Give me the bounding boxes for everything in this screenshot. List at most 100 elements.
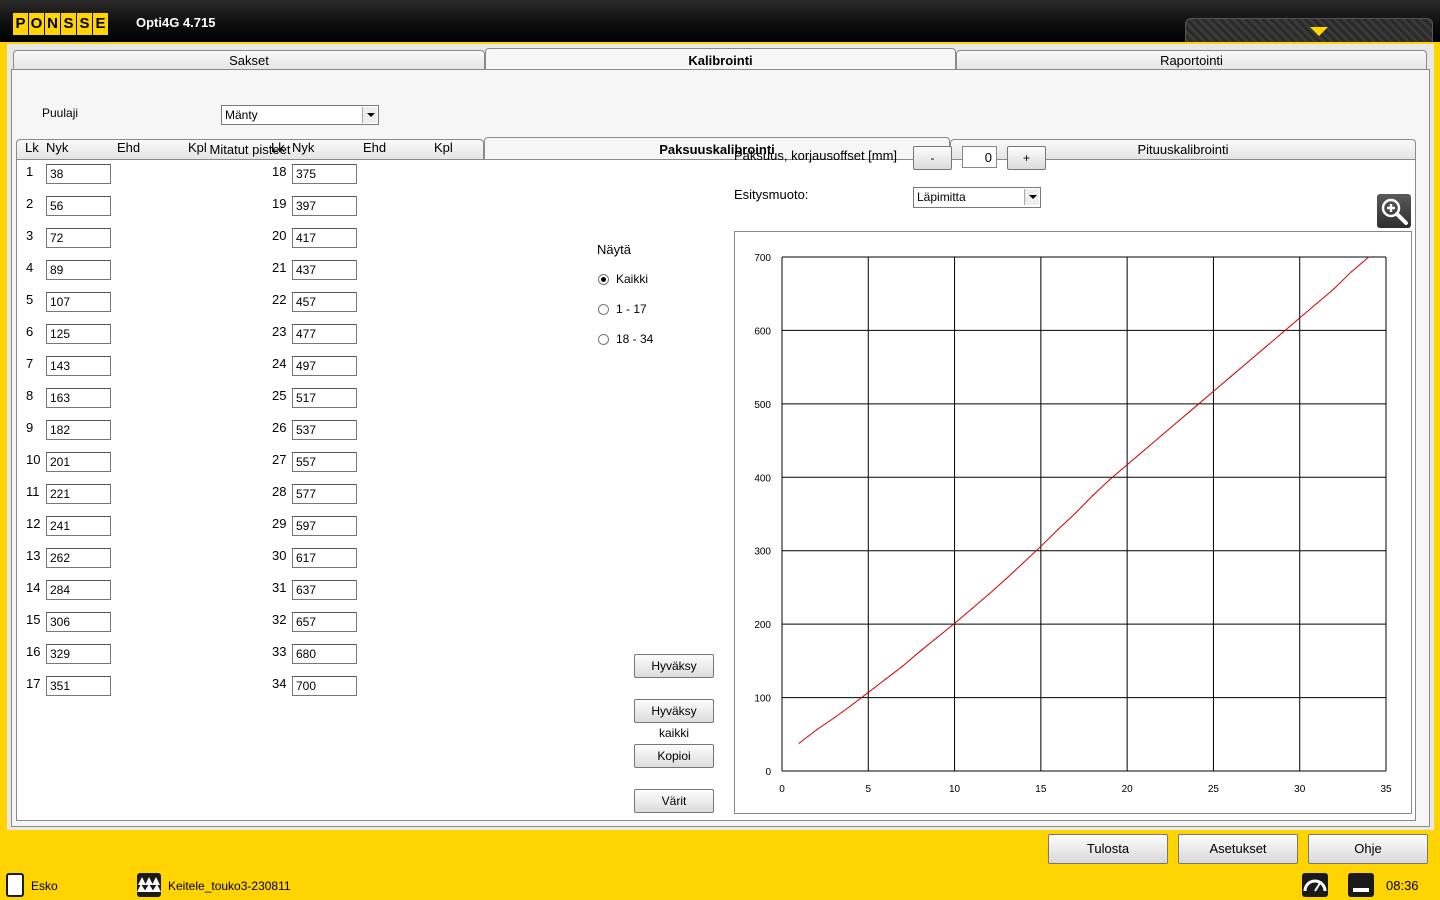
nyk-input[interactable]: 201 [46, 452, 111, 472]
nyk-input[interactable]: 221 [46, 484, 111, 504]
offset-plus-button[interactable]: + [1007, 146, 1046, 170]
zoom-in-icon [1381, 198, 1408, 225]
chevron-down-icon[interactable] [1310, 27, 1328, 36]
gauge-icon[interactable] [1302, 873, 1328, 897]
sub-tabs: Mitatut pisteet Paksuuskalibrointi Pituu… [16, 137, 1416, 159]
logo-letter: E [93, 13, 108, 35]
tab-mitatut-pisteet[interactable]: Mitatut pisteet [16, 139, 484, 159]
data-point [953, 622, 956, 625]
row-lk-label: 21 [272, 260, 287, 275]
nyk-input[interactable]: 351 [46, 676, 111, 696]
nyk-input[interactable]: 125 [46, 324, 111, 344]
row-lk-label: 34 [272, 676, 287, 691]
y-tick-label: 700 [754, 253, 771, 264]
nyk-input[interactable]: 241 [46, 516, 111, 536]
nyk-input[interactable]: 680 [292, 644, 357, 664]
nyk-input[interactable]: 284 [46, 580, 111, 600]
data-point [1057, 528, 1059, 531]
tab-raportointi[interactable]: Raportointi [956, 50, 1427, 70]
nyk-input[interactable]: 437 [292, 260, 357, 280]
nyk-input[interactable]: 262 [46, 548, 111, 568]
esitysmuoto-select[interactable]: Läpimitta [913, 187, 1041, 208]
radio-icon[interactable] [598, 333, 609, 345]
data-point [815, 729, 818, 731]
tulosta-button[interactable]: Tulosta [1048, 834, 1168, 864]
varit-button[interactable]: Värit [634, 789, 714, 813]
data-point [936, 636, 938, 638]
esitysmuoto-value: Läpimitta [917, 190, 966, 204]
nyk-input[interactable]: 457 [292, 292, 357, 312]
radio-1-17[interactable]: 1 - 17 [598, 302, 647, 316]
nyk-input[interactable]: 89 [46, 260, 111, 280]
nyk-input[interactable]: 397 [292, 196, 357, 216]
nyk-input[interactable]: 375 [292, 164, 357, 184]
nyk-input[interactable]: 657 [292, 612, 357, 632]
asetukset-button[interactable]: Asetukset [1178, 834, 1298, 864]
data-point [1178, 420, 1180, 422]
menu-pulldown-tab[interactable] [1185, 18, 1433, 42]
nyk-input[interactable]: 497 [292, 356, 357, 376]
row-lk-label: 9 [26, 420, 34, 435]
minimize-icon[interactable] [1348, 873, 1374, 897]
logo-letter: O [29, 13, 44, 35]
row-lk-label: 18 [272, 164, 287, 179]
radio-icon[interactable] [598, 303, 609, 315]
nyk-input[interactable]: 143 [46, 356, 111, 376]
chart-svg: 0 5 10 15 20 25 30 35 0 100 200 300 400 500 600 700 [754, 253, 1392, 795]
data-point [1195, 405, 1197, 407]
y-tick-label: 300 [754, 547, 771, 558]
radio-selected-icon[interactable] [598, 273, 609, 285]
nyk-input[interactable]: 38 [46, 164, 111, 184]
nyk-input[interactable]: 72 [46, 228, 111, 248]
offset-input[interactable]: 0 [962, 146, 997, 168]
nyk-input[interactable]: 163 [46, 388, 111, 408]
nyk-input[interactable]: 637 [292, 580, 357, 600]
nyk-input[interactable]: 537 [292, 420, 357, 440]
hyvaksy-kaikki-button[interactable]: Hyväksy kaikki [634, 699, 714, 740]
nyk-input[interactable]: 182 [46, 420, 111, 440]
radio-18-34[interactable]: 18 - 34 [598, 332, 653, 346]
tab-sakset[interactable]: Sakset [13, 50, 485, 70]
nyk-input[interactable]: 417 [292, 228, 357, 248]
radio-label: 1 - 17 [616, 302, 647, 316]
y-tick-label: 100 [754, 694, 771, 705]
nyk-input[interactable]: 329 [46, 644, 111, 664]
row-lk-label: 11 [26, 484, 40, 499]
data-point [833, 717, 835, 719]
data-point [1143, 449, 1145, 451]
logo-letter: P [13, 13, 28, 35]
offset-minus-button[interactable]: - [913, 146, 952, 170]
nyk-input[interactable]: 617 [292, 548, 357, 568]
header-lk: Lk [271, 140, 285, 155]
logo-letter: S [77, 13, 92, 35]
hyvaksy-button[interactable]: Hyväksy [634, 654, 714, 678]
tab-kalibrointi[interactable]: Kalibrointi [485, 48, 956, 70]
row-lk-label: 26 [272, 420, 287, 435]
nyk-input[interactable]: 517 [292, 388, 357, 408]
chevron-down-icon[interactable] [362, 107, 377, 123]
radio-label: 18 - 34 [616, 332, 654, 346]
nyk-input[interactable]: 107 [46, 292, 111, 312]
nyk-input[interactable]: 597 [292, 516, 357, 536]
nyk-input[interactable]: 56 [46, 196, 111, 216]
data-point [1333, 287, 1335, 290]
row-lk-label: 30 [272, 548, 287, 563]
zoom-button[interactable] [1377, 194, 1411, 228]
data-point [988, 593, 990, 595]
nyk-input[interactable]: 577 [292, 484, 357, 504]
chevron-down-icon[interactable] [1024, 189, 1039, 205]
kopioi-button[interactable]: Kopioi [634, 744, 714, 768]
nyk-input[interactable]: 557 [292, 452, 357, 472]
nyk-input[interactable]: 306 [46, 612, 111, 632]
nyk-input[interactable]: 477 [292, 324, 357, 344]
data-point [1368, 256, 1370, 258]
offset-label: Paksuus, korjausoffset [mm] [734, 148, 898, 163]
nyk-input[interactable]: 700 [292, 676, 357, 696]
radio-kaikki[interactable]: Kaikki [598, 272, 648, 286]
data-point [1005, 578, 1007, 580]
ohje-button[interactable]: Ohje [1308, 834, 1428, 864]
data-point [1161, 434, 1163, 437]
puulaji-select[interactable]: Mänty [221, 105, 379, 125]
data-point [1316, 302, 1318, 304]
title-bar: P O N S S E Opti4G 4.715 [0, 0, 1440, 44]
